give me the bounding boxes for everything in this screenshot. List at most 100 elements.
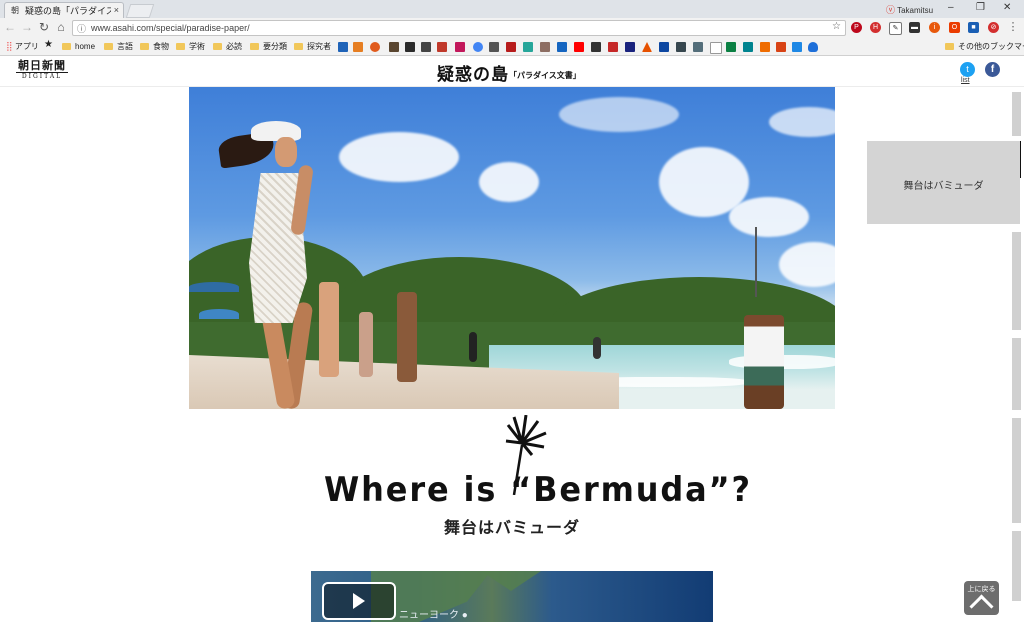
forward-icon[interactable]: → [20,20,34,34]
map-video[interactable]: ニューヨーク ● [311,571,713,622]
browser-tab[interactable]: 朝 疑惑の島「パラダイス文書」 × [4,2,124,19]
site-info-icon[interactable]: ⓘ [77,22,86,35]
browser-toolbar: ← → ↻ ⌂ ⓘ www.asahi.com/special/paradise… [0,18,1024,38]
bookmark-site-icon[interactable] [726,42,736,52]
bookmark-star-icon[interactable]: ☆ [832,21,841,32]
dropbox-icon[interactable] [792,42,802,52]
pinterest-extension-icon[interactable]: P [851,22,862,33]
bookmark-site-icon[interactable] [642,42,652,52]
menu-kebab-icon[interactable]: ⋮ [1006,20,1020,33]
chapter-nav-segment[interactable] [1012,232,1021,330]
page-title-main: 疑惑の島 [437,65,509,84]
bookmark-site-icon[interactable] [389,42,399,52]
bookmark-apps[interactable]: ⣿ アプリ [6,41,39,52]
map-city-label: ニューヨーク ● [399,610,468,621]
bookmark-site-icon[interactable] [370,42,380,52]
bookmark-folder-academic[interactable]: 学術 [176,41,205,52]
bookmark-site-icon[interactable] [676,42,686,52]
bookmark-site-icon[interactable] [455,42,465,52]
profile-button[interactable]: ⓥ Takamitsu [886,3,933,16]
bookmark-site-icon[interactable] [489,42,499,52]
logo-text: 朝日新聞 [18,59,66,72]
bookmark-site-icon[interactable] [557,42,567,52]
restore-icon[interactable]: ❐ [976,2,985,13]
extension-badge-icon[interactable]: H [870,22,881,33]
back-to-top-button[interactable]: 上に戻る [964,581,999,619]
tab-favicon: 朝 [11,6,19,15]
bookmark-folder-explorer[interactable]: 探究者 [294,41,331,52]
bookmark-site-icon[interactable] [760,42,770,52]
hero-beach-photo [189,87,835,409]
bookmarks-star-icon[interactable]: ★ [44,39,53,50]
site-header: 朝日新聞 DIGITAL 疑惑の島「パラダイス文書」 t list f [0,56,1024,87]
bookmark-site-icon[interactable] [659,42,669,52]
url-text: www.asahi.com/special/paradise-paper/ [91,23,250,33]
profile-icon: ⓥ [886,5,896,15]
folder-icon [62,43,71,50]
bookmark-folder-food[interactable]: 食物 [140,41,169,52]
back-icon[interactable]: ← [3,20,17,34]
bookmark-site-icon[interactable] [523,42,533,52]
bookmark-site-icon[interactable] [338,42,348,52]
section-subheadline: 舞台はバミューダ [443,520,580,537]
logo-subtext: DIGITAL [16,72,68,80]
chapter-nav-segment[interactable] [1012,338,1021,410]
info-extension-icon[interactable]: i [929,22,940,33]
folder-icon [250,43,259,50]
chapter-nav-segment[interactable] [1012,92,1021,136]
bookmark-site-icon[interactable] [405,42,415,52]
new-tab-button[interactable] [125,4,155,18]
twitter-list-link[interactable]: list [961,77,970,84]
bookmark-site-icon[interactable] [693,42,703,52]
amazon-icon[interactable] [421,42,431,52]
bookmark-site-icon[interactable] [625,42,635,52]
profile-name: Takamitsu [897,6,934,15]
chapter-tooltip-label: 舞台はバミューダ [903,181,984,192]
dark-extension-icon[interactable]: ▬ [909,22,920,33]
bookmark-other-folder[interactable]: その他のブックマーク [945,41,1024,52]
bookmark-site-icon[interactable] [591,42,601,52]
chapter-nav-segment[interactable] [1012,531,1021,601]
video-play-button[interactable] [322,582,396,620]
tab-close-icon[interactable]: × [114,5,119,15]
asahi-logo[interactable]: 朝日新聞 DIGITAL [16,60,68,80]
edit-extension-icon[interactable]: ✎ [889,22,902,35]
bookmark-folder-must-read[interactable]: 必読 [213,41,242,52]
block-extension-icon[interactable]: ⊘ [988,22,999,33]
close-window-icon[interactable]: ✕ [1003,2,1011,13]
browser-tabstrip: 朝 疑惑の島「パラダイス文書」 × ⓥ Takamitsu – ❐ ✕ [0,0,1024,19]
page-icon[interactable] [710,42,722,54]
cloud-icon[interactable] [808,42,818,52]
address-bar[interactable]: ⓘ www.asahi.com/special/paradise-paper/ … [72,20,846,36]
page-title-sub: 「パラダイス文書」 [509,71,581,80]
youtube-icon[interactable] [574,42,584,52]
bookmark-site-icon[interactable] [353,42,363,52]
folder-icon [213,43,222,50]
bookmark-site-icon[interactable] [743,42,753,52]
chapter-tooltip[interactable]: 舞台はバミューダ [867,141,1020,224]
back-to-top-label: 上に戻る [967,586,996,593]
office-extension-icon[interactable]: O [949,22,960,33]
bookmark-site-icon[interactable] [608,42,618,52]
home-icon[interactable]: ⌂ [54,20,68,34]
bookmark-site-icon[interactable] [776,42,786,52]
page-title: 疑惑の島「パラダイス文書」 [437,60,581,85]
google-icon[interactable] [473,42,483,52]
bookmark-extension-icon[interactable]: ■ [968,22,979,33]
facebook-icon[interactable]: f [985,62,1000,77]
bookmark-site-icon[interactable] [437,42,447,52]
twitter-icon[interactable]: t [960,62,975,77]
bookmark-folder-unsorted[interactable]: 要分類 [250,41,287,52]
chevron-up-icon [969,594,994,619]
folder-icon [104,43,113,50]
folder-icon [294,43,303,50]
minimize-icon[interactable]: – [948,2,954,13]
bookmark-folder-home[interactable]: home [62,41,95,52]
folder-icon [140,43,149,50]
chapter-nav-segment[interactable] [1012,418,1021,523]
tab-title: 疑惑の島「パラダイス文書」 [25,6,111,16]
bookmark-folder-language[interactable]: 言語 [104,41,133,52]
bookmark-site-icon[interactable] [540,42,550,52]
bookmark-site-icon[interactable] [506,42,516,52]
reload-icon[interactable]: ↻ [37,20,51,34]
